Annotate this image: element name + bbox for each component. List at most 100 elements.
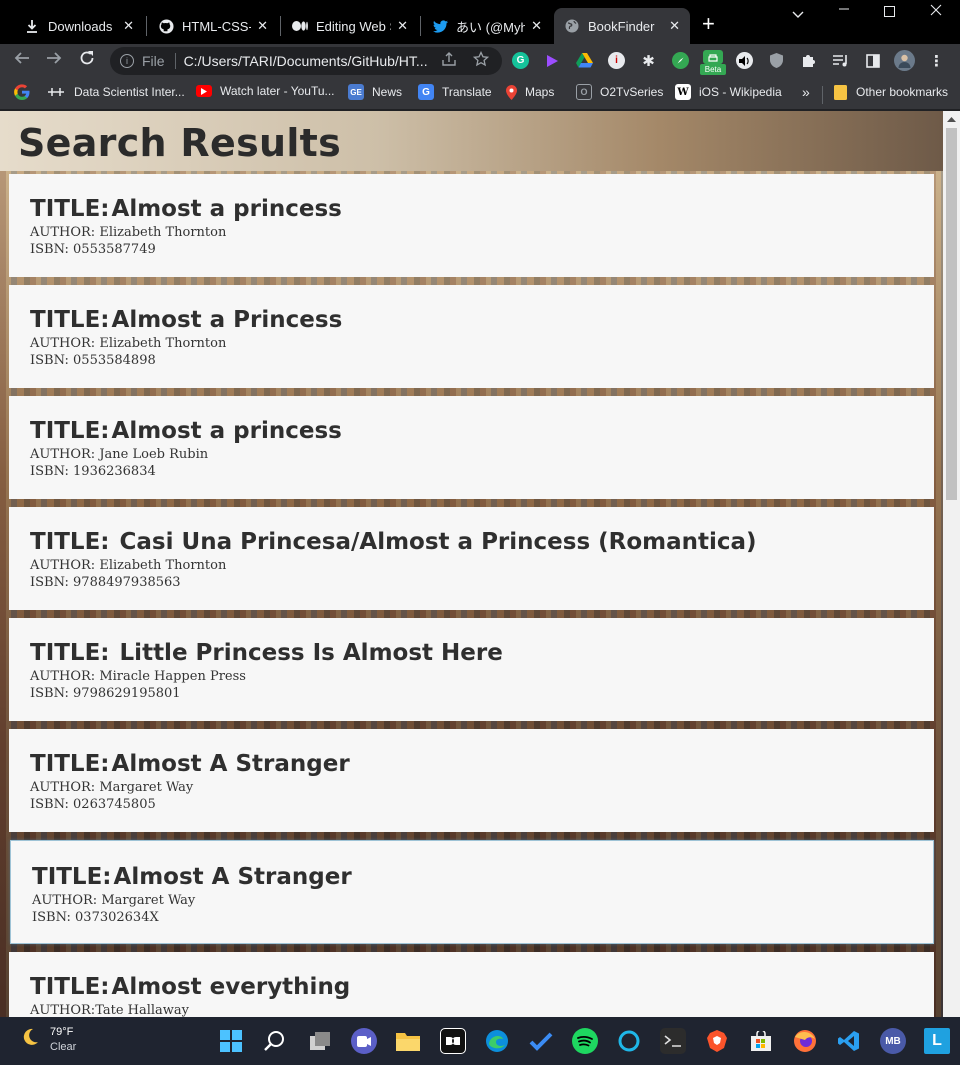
weather-widget[interactable]: 79°F Clear (20, 1025, 76, 1055)
book-title: TITLE:Almost A Stranger (32, 862, 933, 892)
close-tab-icon[interactable]: ✕ (123, 18, 134, 34)
close-tab-icon[interactable]: ✕ (257, 18, 268, 34)
close-tab-icon[interactable]: ✕ (669, 18, 680, 34)
book-title: TITLE:Almost everything (30, 972, 934, 1002)
grammarly-icon[interactable]: G (512, 52, 529, 69)
isbn-prefix: ISBN: (30, 575, 69, 590)
result-card-hovered[interactable]: TITLE:Almost A Stranger AUTHOR: Margaret… (10, 840, 934, 944)
bookmark-o2tvseries[interactable]: O O2TvSeries (576, 84, 663, 100)
bookmark-icon (46, 84, 66, 100)
result-card[interactable]: TITLE:Almost a princess AUTHOR: Elizabet… (9, 174, 934, 277)
media-queue-icon[interactable] (832, 52, 849, 69)
share-icon[interactable] (441, 51, 457, 70)
book-isbn: ISBN: 9788497938563 (30, 574, 934, 591)
scrollbar-thumb[interactable] (946, 128, 957, 500)
bookmark-maps[interactable]: Maps (505, 84, 554, 100)
maximize-button[interactable] (884, 4, 895, 20)
close-tab-icon[interactable]: ✕ (531, 18, 542, 34)
bookmark-watch-later[interactable]: Watch later - YouTu... (196, 84, 335, 98)
isbn-text: 9788497938563 (73, 575, 181, 590)
isbn-prefix: ISBN: (32, 910, 71, 925)
more-bookmarks-button[interactable]: » (802, 84, 810, 100)
result-card[interactable]: TITLE: Casi Una Princesa/Almost a Prince… (9, 507, 934, 610)
result-card[interactable]: TITLE: Little Princess Is Almost Here AU… (9, 618, 934, 721)
terminal-icon[interactable] (660, 1028, 686, 1054)
page-viewport: Search Results TITLE:Almost a princess A… (0, 111, 943, 1017)
scroll-up-arrow-icon[interactable] (947, 115, 956, 124)
speaker-icon[interactable] (736, 52, 753, 69)
isbn-prefix: ISBN: (30, 797, 69, 812)
spotify-icon[interactable] (572, 1028, 598, 1054)
tab-twitter[interactable]: あい (@MyhnT ✕ (422, 8, 552, 44)
alexa-icon[interactable] (616, 1028, 642, 1054)
asterisk-icon[interactable]: ✱ (640, 52, 657, 70)
extension-i-icon[interactable]: i (608, 52, 625, 69)
book-title: TITLE:Almost A Stranger (30, 749, 934, 779)
author-text: Elizabeth Thornton (99, 336, 227, 351)
bookmark-translate[interactable]: G Translate (418, 84, 492, 100)
globe-icon (564, 18, 580, 34)
author-text: Elizabeth Thornton (99, 558, 227, 573)
extensions-puzzle-icon[interactable] (800, 52, 817, 69)
file-explorer-icon[interactable] (395, 1028, 421, 1054)
todo-icon[interactable] (528, 1028, 554, 1054)
play-icon[interactable] (544, 52, 561, 69)
book-isbn: ISBN: 0553587749 (30, 241, 934, 258)
tab-bookfinder[interactable]: BookFinder ✕ (554, 8, 690, 44)
google-drive-icon[interactable] (576, 52, 593, 69)
other-bookmarks-folder[interactable]: Other bookmarks (832, 84, 948, 100)
book-title-text: Little Princess Is Almost Here (119, 640, 503, 666)
l-app-icon[interactable]: L (924, 1028, 950, 1054)
edge-icon[interactable] (484, 1028, 510, 1054)
shield-icon[interactable] (768, 52, 785, 69)
star-icon[interactable] (472, 50, 490, 70)
result-card[interactable]: TITLE:Almost everything AUTHOR:Tate Hall… (9, 952, 934, 1017)
book-title-text: Almost everything (111, 974, 351, 1000)
tab-downloads[interactable]: Downloads ✕ (14, 8, 144, 44)
dolby-icon[interactable] (440, 1028, 466, 1054)
tab-github[interactable]: HTML-CSS-JA ✕ (148, 8, 278, 44)
title-prefix: TITLE: (32, 864, 112, 890)
address-url[interactable]: C:/Users/TARI/Documents/GitHub/HT... (184, 53, 434, 69)
info-icon[interactable]: i (120, 54, 134, 68)
bookmark-label: Translate (442, 85, 492, 99)
back-button[interactable] (14, 50, 30, 71)
teams-chat-icon[interactable] (351, 1028, 377, 1054)
bookmark-news[interactable]: GE News (348, 84, 402, 100)
author-prefix: AUTHOR: (30, 1003, 96, 1017)
bookmark-google[interactable] (14, 84, 38, 100)
menu-icon[interactable]: ⋮ (928, 52, 945, 70)
side-panel-icon[interactable] (864, 52, 881, 69)
isbn-text: 0553584898 (73, 353, 156, 368)
firefox-icon[interactable] (792, 1028, 818, 1054)
author-prefix: AUTHOR: (30, 780, 96, 795)
page-scrollbar[interactable] (943, 111, 960, 1017)
tab-medium[interactable]: Editing Web S ✕ (282, 8, 418, 44)
windows-start-icon[interactable] (218, 1028, 244, 1054)
brave-icon[interactable] (704, 1028, 730, 1054)
minimize-button[interactable] (838, 2, 850, 19)
tab-search-icon[interactable] (792, 6, 804, 22)
mb-icon[interactable]: MB (880, 1028, 906, 1054)
bookmark-data-scientist[interactable]: Data Scientist Inter... (46, 84, 185, 100)
microsoft-store-icon[interactable] (748, 1028, 774, 1054)
new-tab-button[interactable]: + (702, 13, 715, 35)
task-view-icon[interactable] (307, 1028, 333, 1054)
result-card[interactable]: TITLE:Almost a Princess AUTHOR: Elizabet… (9, 285, 934, 388)
weather-text: 79°F Clear (50, 1025, 76, 1055)
medium-icon (292, 18, 308, 34)
avatar[interactable] (894, 50, 915, 71)
beta-badge: Beta (700, 64, 726, 75)
forward-button[interactable] (46, 50, 62, 71)
search-icon[interactable] (262, 1028, 288, 1054)
reload-button[interactable] (79, 50, 95, 71)
close-tab-icon[interactable]: ✕ (397, 18, 408, 34)
result-card[interactable]: TITLE:Almost a princess AUTHOR: Jane Loe… (9, 396, 934, 499)
vscode-icon[interactable] (836, 1028, 862, 1054)
result-card[interactable]: TITLE:Almost A Stranger AUTHOR: Margaret… (9, 729, 934, 832)
isbn-text: 9798629195801 (73, 686, 181, 701)
bookmark-ios-wikipedia[interactable]: W iOS - Wikipedia (675, 84, 782, 100)
close-window-button[interactable] (930, 3, 942, 19)
compass-icon[interactable] (672, 52, 689, 69)
beta-extension-icon[interactable] (703, 50, 723, 64)
